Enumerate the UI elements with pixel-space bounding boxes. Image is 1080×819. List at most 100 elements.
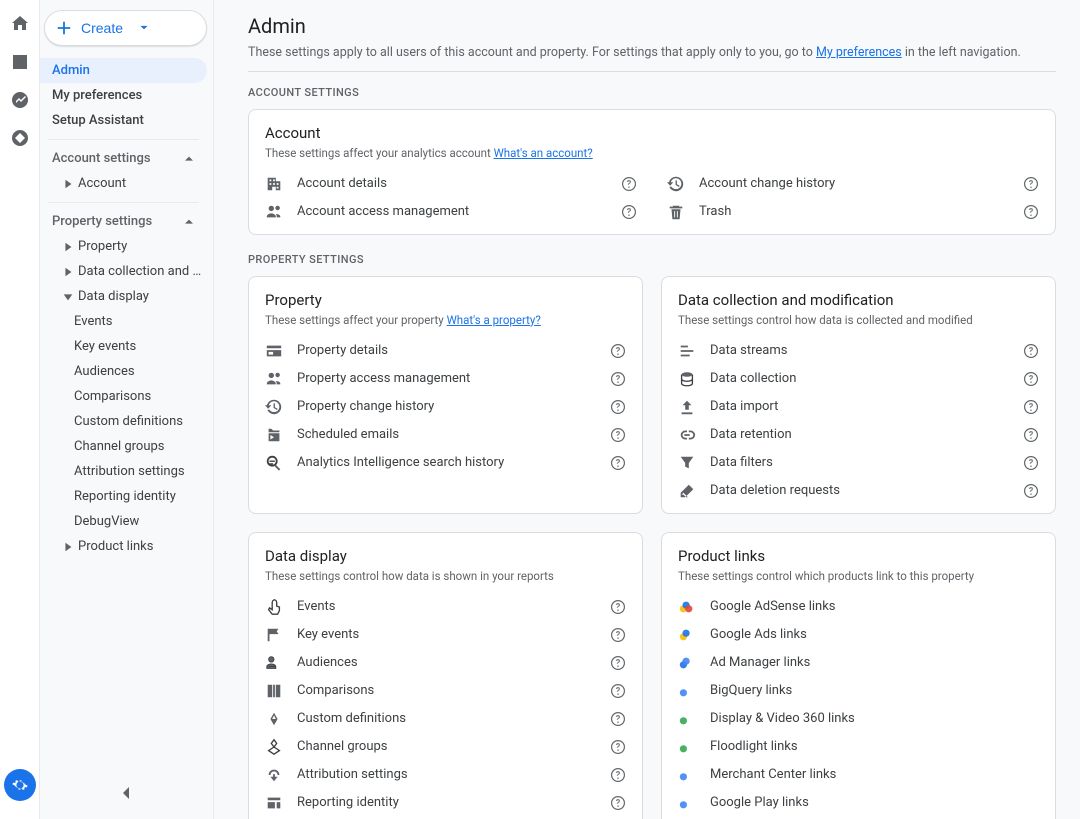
sidebar-item-label: Setup Assistant <box>52 113 144 128</box>
merchant-icon <box>678 766 696 784</box>
row-data-streams[interactable]: Data streams <box>678 337 1039 365</box>
card-icon <box>265 342 283 360</box>
row-data-deletion-requests[interactable]: Data deletion requests <box>678 477 1039 505</box>
row-data-retention[interactable]: Data retention <box>678 421 1039 449</box>
sidebar-item-comparisons[interactable]: Comparisons <box>40 384 207 409</box>
section-label-property: PROPERTY SETTINGS <box>248 253 1056 266</box>
row-audiences[interactable]: Audiences <box>265 649 626 677</box>
explore-icon[interactable] <box>10 90 30 110</box>
help-icon[interactable] <box>610 627 626 643</box>
create-button[interactable]: Create <box>44 10 207 46</box>
audience-icon[interactable] <box>10 128 30 148</box>
sidebar-item-channel-groups[interactable]: Channel groups <box>40 434 207 459</box>
help-icon[interactable] <box>610 739 626 755</box>
row-google-play-links[interactable]: Google Play links <box>678 789 1039 817</box>
collapse-sidebar-button[interactable] <box>40 783 213 803</box>
help-icon[interactable] <box>610 683 626 699</box>
row-custom-definitions[interactable]: Custom definitions <box>265 705 626 733</box>
row-attribution-settings[interactable]: Attribution settings <box>265 761 626 789</box>
row-floodlight-links[interactable]: Floodlight links <box>678 733 1039 761</box>
row-google-ads-links[interactable]: Google Ads links <box>678 621 1039 649</box>
row-reporting-identity[interactable]: Reporting identity <box>265 789 626 817</box>
help-icon[interactable] <box>610 795 626 811</box>
row-comparisons[interactable]: Comparisons <box>265 677 626 705</box>
card-desc: These settings control how data is shown… <box>265 569 626 583</box>
sidebar: Create Admin My preferences Setup Assist… <box>40 0 214 819</box>
row-merchant-center-links[interactable]: Merchant Center links <box>678 761 1039 789</box>
sidebar-item-events[interactable]: Events <box>40 309 207 334</box>
whats-an-account-link[interactable]: What's an account? <box>494 146 593 160</box>
row-google-adsense-links[interactable]: Google AdSense links <box>678 593 1039 621</box>
apartment-icon <box>265 175 283 193</box>
ads-icon <box>678 626 696 644</box>
triangle-right-icon <box>62 266 74 278</box>
sidebar-item-data-collection[interactable]: Data collection and modifica… <box>40 259 207 284</box>
row-analytics-intelligence-search-history[interactable]: Analytics Intelligence search history <box>265 449 626 477</box>
sidebar-item-custom-definitions[interactable]: Custom definitions <box>40 409 207 434</box>
sidebar-item-debugview[interactable]: DebugView <box>40 509 207 534</box>
row-events[interactable]: Events <box>265 593 626 621</box>
row-account-access-management[interactable]: Account access management <box>265 198 637 226</box>
help-icon[interactable] <box>610 455 626 471</box>
row-property-access-management[interactable]: Property access management <box>265 365 626 393</box>
row-channel-groups[interactable]: Channel groups <box>265 733 626 761</box>
my-preferences-link[interactable]: My preferences <box>816 45 902 60</box>
help-icon[interactable] <box>1023 343 1039 359</box>
sidebar-section-account-settings[interactable]: Account settings <box>40 146 207 171</box>
sidebar-item-reporting-identity[interactable]: Reporting identity <box>40 484 207 509</box>
sidebar-section-label: Property settings <box>52 214 152 229</box>
row-account-details[interactable]: Account details <box>265 170 637 198</box>
help-icon[interactable] <box>610 711 626 727</box>
upload-icon <box>678 398 696 416</box>
row-bigquery-links[interactable]: BigQuery links <box>678 677 1039 705</box>
dv360-icon <box>678 710 696 728</box>
sidebar-item-data-display[interactable]: Data display <box>40 284 207 309</box>
row-label: Audiences <box>297 655 596 670</box>
help-icon[interactable] <box>610 427 626 443</box>
sidebar-item-label: Property <box>78 239 127 254</box>
row-scheduled-emails[interactable]: Scheduled emails <box>265 421 626 449</box>
sidebar-item-property[interactable]: Property <box>40 234 207 259</box>
help-icon[interactable] <box>1023 399 1039 415</box>
help-icon[interactable] <box>610 767 626 783</box>
admin-gear-icon[interactable] <box>4 769 36 801</box>
sidebar-item-account[interactable]: Account <box>40 171 207 196</box>
sidebar-item-setup-assistant[interactable]: Setup Assistant <box>40 108 207 133</box>
row-property-details[interactable]: Property details <box>265 337 626 365</box>
row-property-change-history[interactable]: Property change history <box>265 393 626 421</box>
sidebar-item-key-events[interactable]: Key events <box>40 334 207 359</box>
help-icon[interactable] <box>1023 427 1039 443</box>
row-data-filters[interactable]: Data filters <box>678 449 1039 477</box>
row-data-import[interactable]: Data import <box>678 393 1039 421</box>
sidebar-item-admin[interactable]: Admin <box>40 58 207 83</box>
help-icon[interactable] <box>610 399 626 415</box>
help-icon[interactable] <box>610 655 626 671</box>
row-ad-manager-links[interactable]: Ad Manager links <box>678 649 1039 677</box>
help-icon[interactable] <box>1023 371 1039 387</box>
home-icon[interactable] <box>10 14 30 34</box>
row-label: Key events <box>297 627 596 642</box>
row-account-change-history[interactable]: Account change history <box>667 170 1039 198</box>
sidebar-item-my-preferences[interactable]: My preferences <box>40 83 207 108</box>
help-icon[interactable] <box>1023 204 1039 220</box>
icon-rail <box>0 0 40 819</box>
sidebar-item-attribution-settings[interactable]: Attribution settings <box>40 459 207 484</box>
sidebar-item-product-links[interactable]: Product links <box>40 534 207 559</box>
help-icon[interactable] <box>610 343 626 359</box>
help-icon[interactable] <box>610 599 626 615</box>
sidebar-item-audiences[interactable]: Audiences <box>40 359 207 384</box>
row-trash[interactable]: Trash <box>667 198 1039 226</box>
sidebar-section-property-settings[interactable]: Property settings <box>40 209 207 234</box>
row-key-events[interactable]: Key events <box>265 621 626 649</box>
whats-a-property-link[interactable]: What's a property? <box>447 313 541 327</box>
help-icon[interactable] <box>610 371 626 387</box>
help-icon[interactable] <box>1023 455 1039 471</box>
reports-icon[interactable] <box>10 52 30 72</box>
row-display-video-360-links[interactable]: Display & Video 360 links <box>678 705 1039 733</box>
row-label: BigQuery links <box>710 683 1039 698</box>
help-icon[interactable] <box>621 204 637 220</box>
help-icon[interactable] <box>1023 176 1039 192</box>
row-data-collection[interactable]: Data collection <box>678 365 1039 393</box>
help-icon[interactable] <box>621 176 637 192</box>
help-icon[interactable] <box>1023 483 1039 499</box>
